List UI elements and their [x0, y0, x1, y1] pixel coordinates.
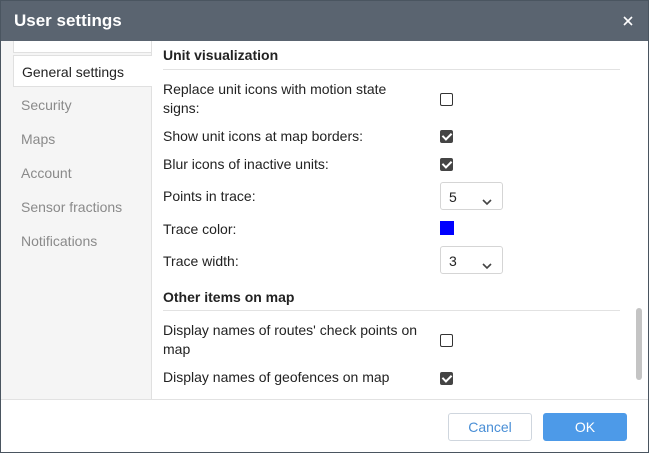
sidebar-item-general-settings[interactable]: General settings [13, 55, 152, 87]
route-check-points-checkbox[interactable] [440, 334, 453, 347]
replace-icons-label: Replace unit icons with motion state sig… [163, 81, 387, 116]
trace-width-value: 3 [449, 253, 457, 269]
geofence-names-checkbox[interactable] [440, 372, 453, 385]
dialog-title: User settings [14, 11, 122, 30]
points-in-trace-value: 5 [449, 189, 457, 205]
points-in-trace-label: Points in trace: [163, 188, 256, 204]
replace-icons-checkbox[interactable] [440, 93, 453, 106]
chevron-down-icon [482, 193, 492, 206]
content-scrollbar[interactable] [631, 41, 648, 399]
geofence-names-label: Display names of geofences on map [163, 369, 390, 385]
cancel-button[interactable]: Cancel [448, 413, 532, 441]
section-divider [163, 69, 620, 70]
trace-color-label: Trace color: [163, 221, 237, 237]
trace-width-select[interactable]: 3 [440, 246, 503, 274]
blur-inactive-label: Blur icons of inactive units: [163, 156, 329, 172]
settings-content: Unit visualization Replace unit icons wi… [152, 41, 631, 399]
sidebar-top-tab [13, 41, 151, 53]
scrollbar-thumb[interactable] [636, 308, 642, 380]
section-divider [163, 310, 620, 311]
user-settings-dialog: User settings General settings Security … [0, 0, 649, 453]
trace-color-swatch[interactable] [440, 221, 454, 235]
ok-button[interactable]: OK [543, 413, 627, 441]
dialog-footer: Cancel OK [1, 399, 648, 452]
points-in-trace-select[interactable]: 5 [440, 182, 503, 210]
section-title-other-items: Other items on map [163, 289, 295, 305]
sidebar-item-notifications[interactable]: Notifications [13, 225, 151, 257]
close-icon[interactable] [618, 10, 638, 32]
dialog-titlebar: User settings [1, 1, 648, 41]
blur-inactive-checkbox[interactable] [440, 158, 453, 171]
sidebar-item-security[interactable]: Security [13, 89, 151, 121]
settings-sidebar: General settings Security Maps Account S… [1, 41, 152, 399]
sidebar-item-sensor-fractions[interactable]: Sensor fractions [13, 191, 151, 223]
sidebar-item-account[interactable]: Account [13, 157, 151, 189]
show-borders-checkbox[interactable] [440, 130, 453, 143]
trace-width-label: Trace width: [163, 253, 239, 269]
chevron-down-icon [482, 257, 492, 270]
sidebar-item-maps[interactable]: Maps [13, 123, 151, 155]
show-borders-label: Show unit icons at map borders: [163, 128, 363, 144]
section-title-unit-visualization: Unit visualization [163, 47, 279, 63]
route-check-points-label: Display names of routes' check points on… [163, 322, 418, 357]
